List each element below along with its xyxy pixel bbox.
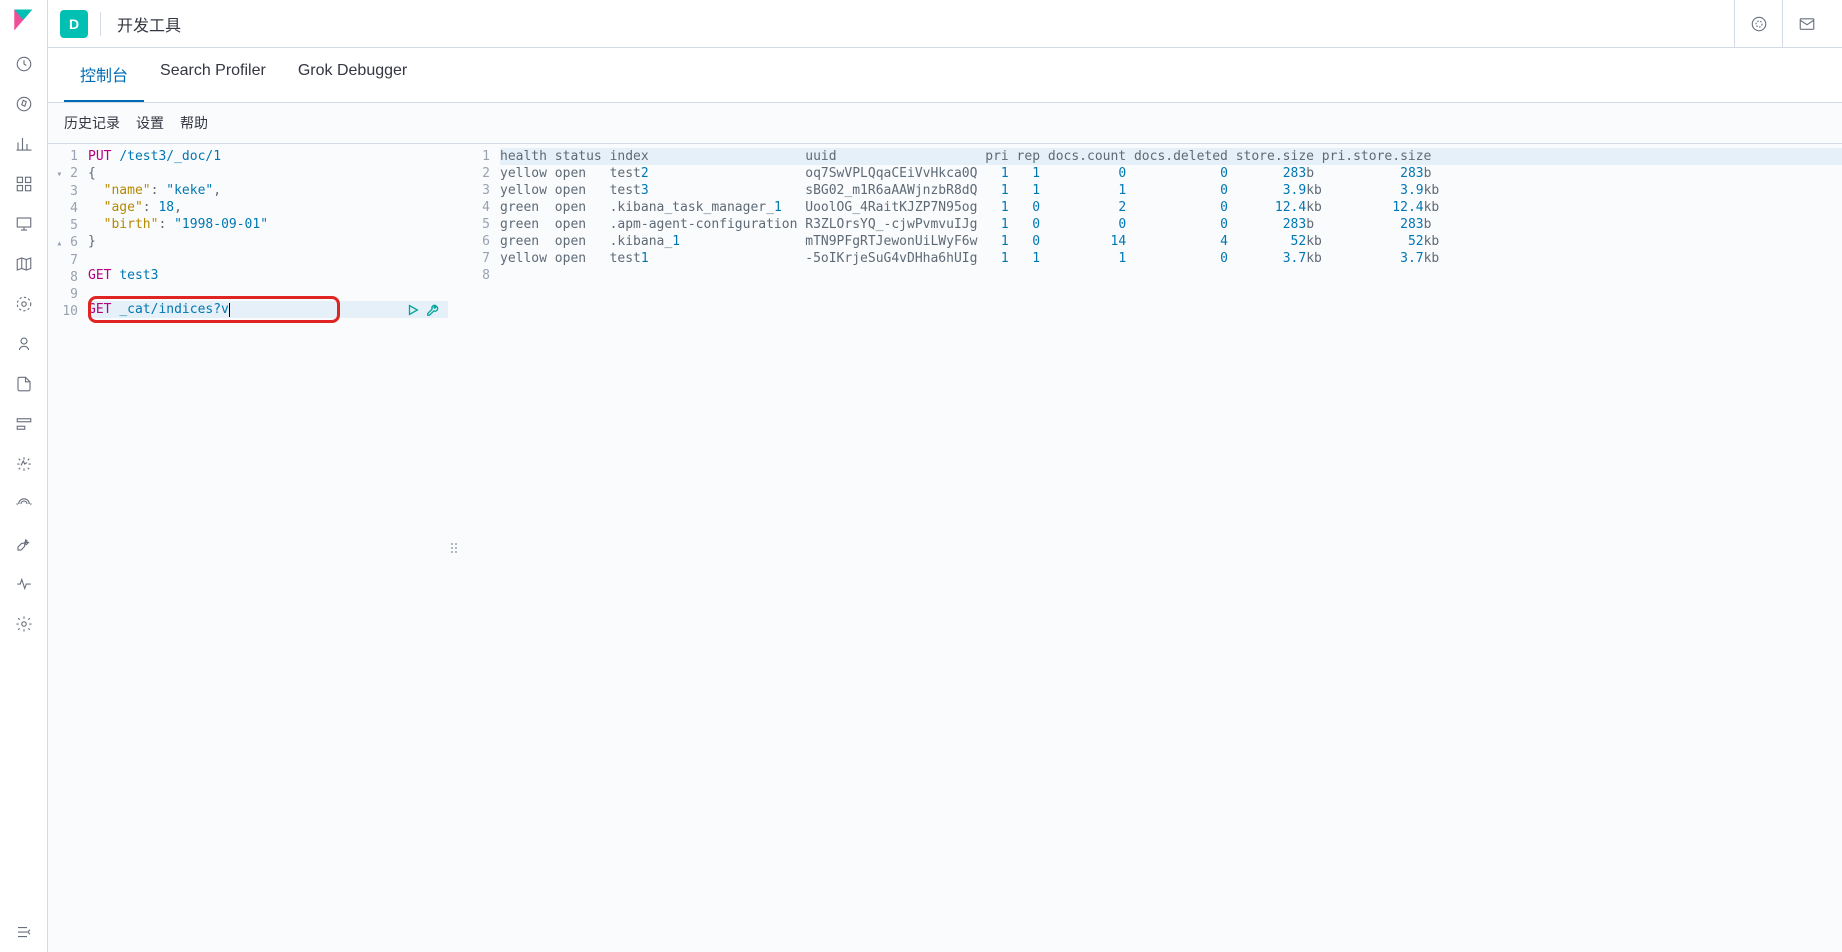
editor-area: 1▾ 2345▴ 678910 PUT /test3/_doc/1{ "name… [48,144,1842,952]
nav-dashboard-icon[interactable] [0,164,48,204]
kibana-logo[interactable] [12,8,36,32]
request-gutter: 1▾ 2345▴ 678910 [48,144,88,952]
nav-siem-icon[interactable] [0,484,48,524]
help-link[interactable]: 帮助 [180,113,208,133]
newsfeed-button[interactable] [1734,0,1782,48]
nav-visualize-icon[interactable] [0,124,48,164]
request-editor[interactable]: 1▾ 2345▴ 678910 PUT /test3/_doc/1{ "name… [48,144,448,952]
response-viewer: 12345678 health status index uuid pri re… [460,144,1842,952]
nav-discover-icon[interactable] [0,84,48,124]
tabs: 控制台 Search Profiler Grok Debugger [48,48,1842,103]
nav-maps-icon[interactable] [0,244,48,284]
request-options-icon[interactable] [426,303,440,317]
sub-toolbar: 历史记录 设置 帮助 [48,103,1842,144]
space-badge[interactable]: D [60,10,88,38]
settings-link[interactable]: 设置 [136,113,164,133]
request-code[interactable]: PUT /test3/_doc/1{ "name": "keke", "age"… [88,144,448,952]
tab-search-profiler[interactable]: Search Profiler [144,48,282,102]
nav-logs-icon[interactable] [0,364,48,404]
mail-button[interactable] [1782,0,1830,48]
nav-sidebar [0,0,48,952]
header-divider [100,12,101,36]
pane-resize-handle[interactable] [448,144,460,952]
nav-monitoring-icon[interactable] [0,564,48,604]
page-title: 开发工具 [117,12,181,36]
nav-devtools-icon[interactable] [0,524,48,564]
history-link[interactable]: 历史记录 [64,113,120,133]
run-request-icon[interactable] [406,303,420,317]
header: D 开发工具 [48,0,1842,48]
nav-canvas-icon[interactable] [0,204,48,244]
nav-infra-icon[interactable] [0,324,48,364]
nav-collapse-icon[interactable] [0,912,48,952]
response-gutter: 12345678 [460,144,500,952]
nav-management-icon[interactable] [0,604,48,644]
nav-uptime-icon[interactable] [0,444,48,484]
tab-grok-debugger[interactable]: Grok Debugger [282,48,423,102]
tab-console[interactable]: 控制台 [64,48,144,102]
nav-ml-icon[interactable] [0,284,48,324]
response-output[interactable]: health status index uuid pri rep docs.co… [500,144,1842,952]
nav-apm-icon[interactable] [0,404,48,444]
nav-recently-viewed-icon[interactable] [0,44,48,84]
